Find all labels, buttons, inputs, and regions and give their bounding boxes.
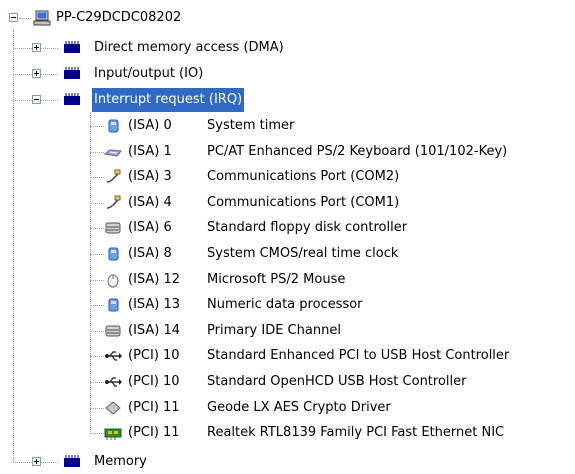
irq-device-name: System timer — [207, 118, 295, 133]
irq-bus-number: (PCI) 11 — [128, 425, 180, 440]
irq-bus-number: (PCI) 10 — [128, 374, 180, 389]
usb-icon — [105, 377, 122, 387]
category-label: Memory — [94, 454, 147, 469]
irq-device-name: Standard Enhanced PCI to USB Host Contro… — [207, 348, 510, 363]
irq-device-name: PC/AT Enhanced PS/2 Keyboard (101/102-Ke… — [207, 144, 508, 159]
keyboard-icon — [104, 149, 122, 157]
irq-device-name: Communications Port (COM2) — [207, 169, 400, 184]
irq-bus-number: (PCI) 10 — [128, 348, 180, 363]
disk-controller-icon — [105, 222, 121, 234]
irq-bus-number: (ISA) 14 — [128, 323, 181, 338]
expand-toggle[interactable] — [32, 69, 41, 78]
irq-device-name: Communications Port (COM1) — [207, 195, 400, 210]
irq-item[interactable]: (PCI) 10 Standard OpenHCD USB Host Contro… — [0, 370, 575, 394]
collapse-toggle[interactable] — [9, 13, 18, 22]
irq-item[interactable]: (ISA) 8 System CMOS/real time clock — [0, 242, 575, 266]
irq-bus-number: (ISA) 3 — [128, 169, 172, 184]
irq-item[interactable]: (PCI) 11 Realtek RTL8139 Family PCI Fast … — [0, 421, 575, 445]
system-device-icon — [108, 247, 119, 261]
irq-device-name: Standard OpenHCD USB Host Controller — [207, 374, 467, 389]
category-label: Input/output (IO) — [94, 66, 204, 81]
expand-toggle[interactable] — [32, 43, 41, 52]
network-card-icon — [104, 428, 122, 440]
tree-node-dma[interactable]: Direct memory access (DMA) — [0, 36, 360, 60]
irq-device-name: Microsoft PS/2 Mouse — [207, 272, 346, 287]
irq-bus-number: (ISA) 0 — [128, 118, 172, 133]
irq-item[interactable]: (ISA) 4 Communications Port (COM1) — [0, 191, 575, 215]
irq-bus-number: (ISA) 12 — [128, 272, 181, 287]
irq-device-name: Realtek RTL8139 Family PCI Fast Ethernet… — [207, 425, 505, 440]
port-icon — [106, 195, 121, 209]
usb-icon — [105, 351, 122, 361]
hardware-chip-icon — [64, 41, 80, 53]
system-device-icon — [108, 119, 119, 133]
irq-item[interactable]: (ISA) 0 System timer — [0, 114, 575, 138]
irq-item[interactable]: (ISA) 12 Microsoft PS/2 Mouse — [0, 268, 575, 292]
port-icon — [106, 169, 121, 183]
irq-item[interactable]: (PCI) 10 Standard Enhanced PCI to USB Hos… — [0, 344, 575, 368]
disk-controller-icon — [105, 325, 121, 337]
collapse-toggle[interactable] — [32, 95, 41, 104]
irq-item[interactable]: (ISA) 6 Standard floppy disk controller — [0, 216, 575, 240]
irq-item[interactable]: (PCI) 11 Geode LX AES Crypto Driver — [0, 396, 575, 420]
category-label: Direct memory access (DMA) — [94, 40, 284, 55]
hardware-chip-icon — [64, 93, 80, 105]
irq-bus-number: (PCI) 11 — [128, 400, 180, 415]
computer-icon — [33, 10, 51, 26]
irq-device-name: System CMOS/real time clock — [207, 246, 399, 261]
irq-bus-number: (ISA) 4 — [128, 195, 172, 210]
expand-toggle[interactable] — [32, 457, 41, 466]
irq-device-name: Standard floppy disk controller — [207, 220, 408, 235]
device-tree: PP-C29DCDC08202 Direct memory access (DM… — [0, 0, 575, 469]
irq-bus-number: (ISA) 8 — [128, 246, 172, 261]
irq-bus-number: (ISA) 13 — [128, 297, 181, 312]
tree-node-io[interactable]: Input/output (IO) — [0, 62, 360, 86]
tree-node-memory[interactable]: Memory — [0, 450, 360, 474]
system-device-icon — [108, 298, 119, 312]
hardware-chip-icon — [64, 67, 80, 79]
irq-device-name: Primary IDE Channel — [207, 323, 341, 338]
irq-bus-number: (ISA) 6 — [128, 220, 172, 235]
tree-node-root[interactable]: PP-C29DCDC08202 — [0, 6, 260, 30]
irq-item[interactable]: (ISA) 3 Communications Port (COM2) — [0, 165, 575, 189]
irq-device-name: Geode LX AES Crypto Driver — [207, 400, 391, 415]
irq-item[interactable]: (ISA) 1 PC/AT Enhanced PS/2 Keyboard (101… — [0, 140, 575, 164]
irq-item[interactable]: (ISA) 13 Numeric data processor — [0, 293, 575, 317]
crypto-device-icon — [105, 401, 121, 415]
category-label-selected: Interrupt request (IRQ) — [92, 88, 245, 112]
irq-bus-number: (ISA) 1 — [128, 144, 172, 159]
irq-device-name: Numeric data processor — [207, 297, 363, 312]
mouse-icon — [107, 274, 119, 288]
tree-node-irq[interactable]: Interrupt request (IRQ) — [0, 88, 360, 112]
irq-item[interactable]: (ISA) 14 Primary IDE Channel — [0, 319, 575, 343]
root-label: PP-C29DCDC08202 — [56, 10, 182, 25]
